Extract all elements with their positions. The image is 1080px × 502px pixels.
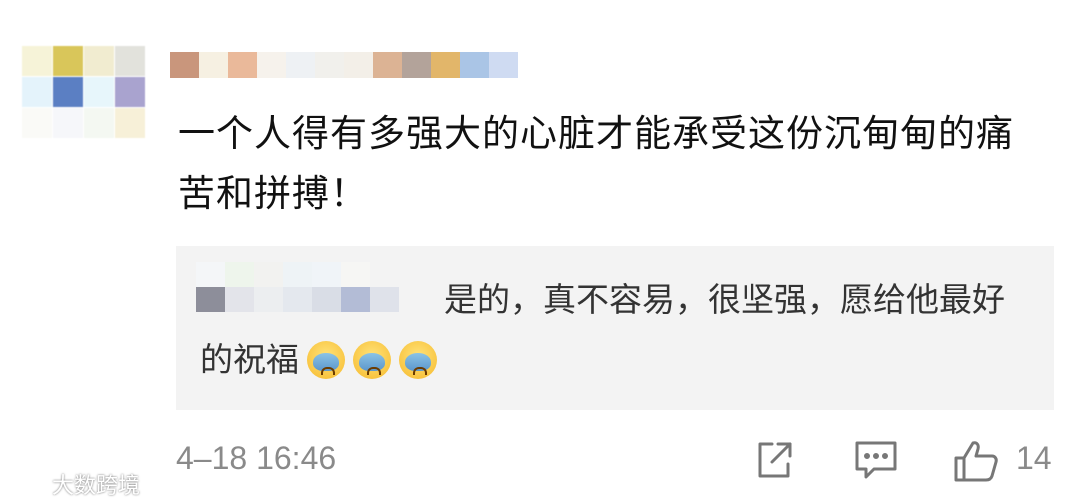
crying-face-icon [399,341,437,379]
crying-face-icon [353,341,391,379]
share-button[interactable] [752,438,796,482]
comment-icon [855,441,897,479]
avatar[interactable] [22,46,145,140]
like-count: 14 [1016,440,1052,476]
comment-timestamp: 4–18 16:46 [176,440,337,476]
logo-icon [9,477,46,491]
thumbs-up-icon [954,441,998,482]
username-blurred[interactable] [170,52,518,78]
reply-button[interactable] [852,438,897,482]
crying-face-icon [307,341,345,379]
comment-text: 一个人得有多强大的心脏才能承受这份沉甸甸的痛苦和拼搏！ [178,112,1014,215]
watermark: 大数跨境 [8,468,140,500]
like-button[interactable] [952,438,998,482]
watermark-text: 大数跨境 [52,474,141,499]
share-icon [758,442,792,478]
reply-text: 是的，真不容易，很坚强，愿给他最好的祝福 [200,270,1020,390]
